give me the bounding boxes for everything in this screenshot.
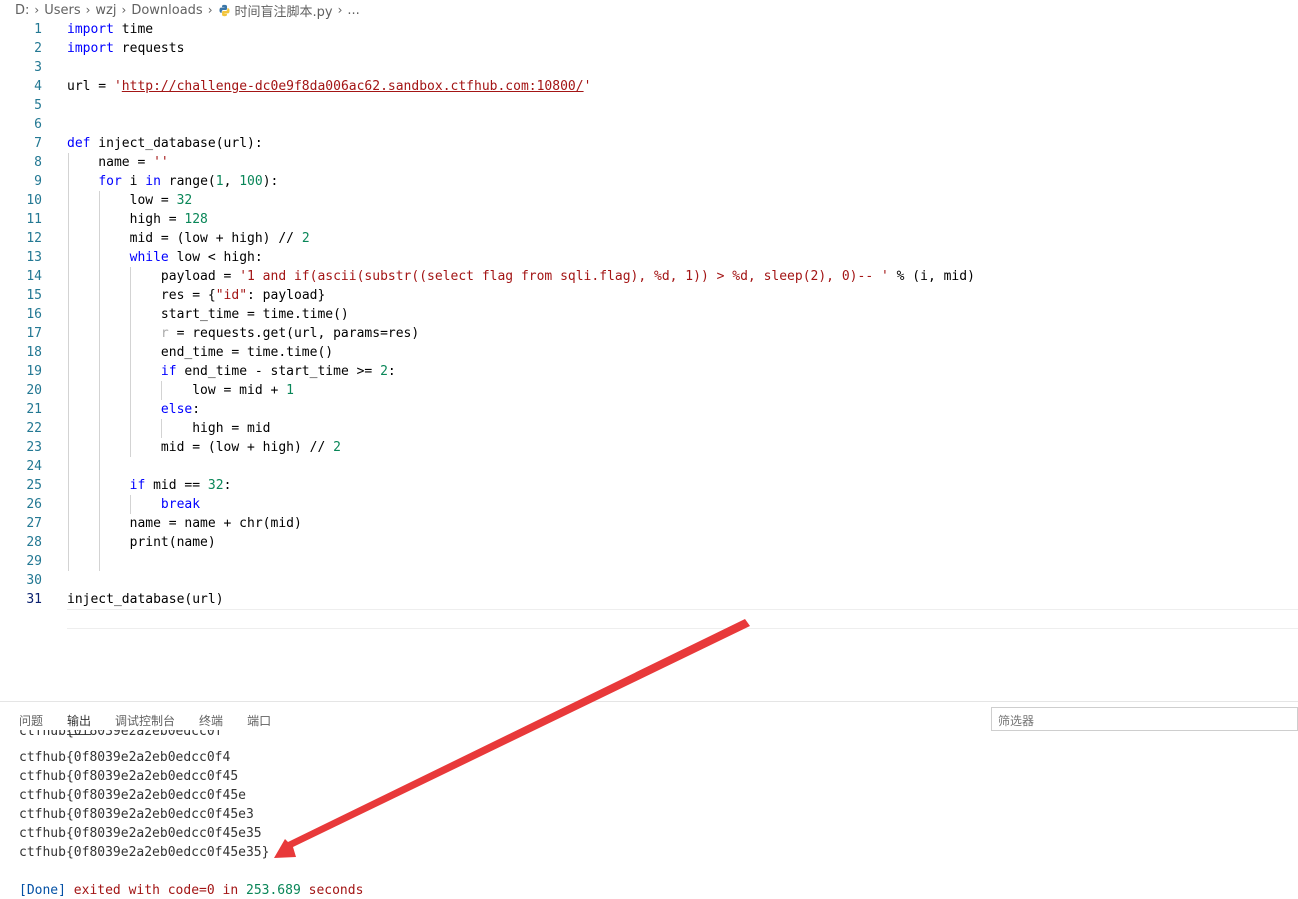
red-arrow-annotation — [274, 619, 750, 858]
